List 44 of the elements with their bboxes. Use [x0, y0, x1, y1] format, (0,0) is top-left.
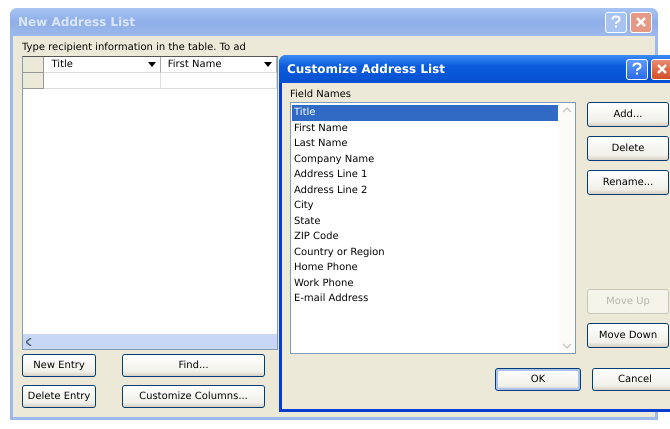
list-item[interactable]: First Name [292, 120, 558, 136]
dialog-button[interactable]: Rename... [587, 170, 669, 195]
dropdown-arrow-icon [148, 62, 156, 67]
close-button[interactable] [651, 58, 670, 80]
row-header [23, 57, 44, 73]
question-icon [631, 62, 643, 76]
table-cell[interactable] [44, 73, 161, 89]
question-icon [610, 15, 622, 29]
dialog-title: Customize Address List [287, 62, 446, 76]
dialog-button[interactable]: Move Down [587, 323, 669, 348]
vertical-scrollbar[interactable] [559, 103, 575, 353]
dialog-button[interactable]: Add... [587, 102, 669, 127]
help-button[interactable] [626, 58, 648, 80]
list-item[interactable]: State [292, 214, 558, 229]
list-item[interactable]: Company Name [292, 152, 558, 167]
list-item[interactable]: Last Name [292, 136, 558, 152]
dialog-button[interactable]: Find... [122, 354, 265, 377]
list-label: Field Names [290, 89, 352, 102]
close-icon [656, 63, 668, 75]
table-cell[interactable] [160, 73, 278, 89]
close-icon [635, 16, 647, 28]
list-item[interactable]: Home Phone [292, 260, 558, 276]
dialog-button[interactable]: Delete [587, 136, 669, 161]
dialog-button[interactable]: Delete Entry [22, 385, 96, 408]
list-item[interactable]: Title [292, 105, 558, 120]
list-item[interactable]: Address Line 2 [292, 182, 558, 198]
column-header[interactable]: First Name [160, 57, 278, 73]
list-item[interactable]: ZIP Code [292, 229, 558, 244]
close-button[interactable] [630, 12, 652, 32]
dialog-button[interactable]: Cancel [592, 368, 670, 391]
row-header [23, 73, 44, 89]
list-item[interactable]: Country or Region [292, 244, 558, 260]
column-header[interactable]: Title [44, 57, 161, 73]
instruction-text: Type recipient information in the table. To ad [22, 42, 247, 54]
window-title: New Address List [18, 15, 136, 29]
list-item[interactable]: E-mail Address [292, 291, 558, 306]
dialog-button[interactable]: Customize Columns... [122, 385, 265, 408]
list-item[interactable]: City [292, 198, 558, 214]
list-item[interactable]: Work Phone [292, 276, 558, 291]
list-item[interactable]: Address Line 1 [292, 167, 558, 182]
dialog-button[interactable]: New Entry [22, 354, 96, 377]
dropdown-arrow-icon [264, 62, 272, 67]
horizontal-scrollbar[interactable] [23, 334, 277, 349]
dialog-button[interactable]: OK [495, 368, 581, 391]
